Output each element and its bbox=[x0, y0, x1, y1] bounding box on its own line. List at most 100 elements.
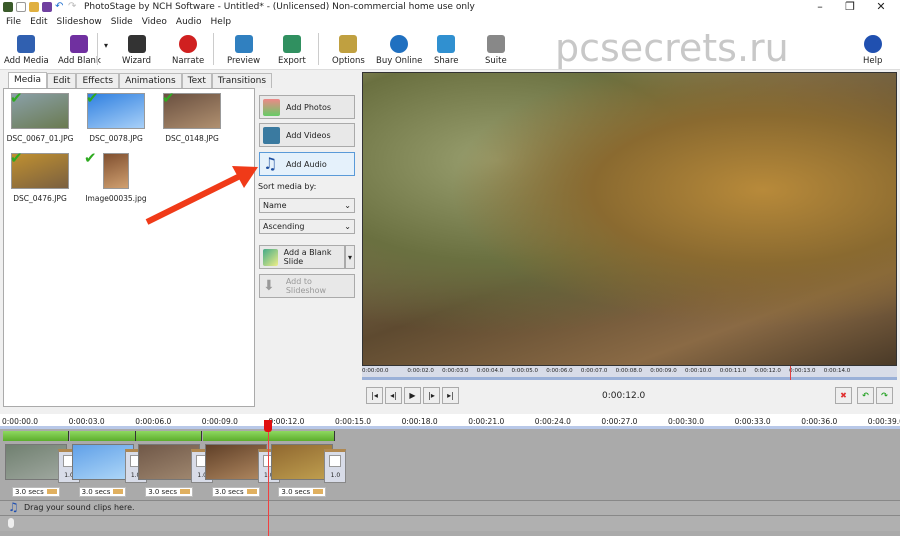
add-videos-button[interactable]: Add Videos bbox=[259, 123, 355, 147]
media-item[interactable]: ✔ DSC_0148.JPG bbox=[154, 89, 230, 143]
suite-button[interactable]: Suite bbox=[485, 35, 507, 66]
step-back-button[interactable]: ◂| bbox=[385, 387, 402, 404]
film-icon bbox=[263, 126, 280, 144]
options-button[interactable]: Options bbox=[332, 35, 365, 66]
slide-duration[interactable]: 3.0 secs bbox=[145, 487, 193, 497]
slide-duration-bar[interactable] bbox=[69, 431, 136, 441]
ruler-tick: 0:00:36.0 bbox=[801, 417, 838, 426]
sound-track[interactable]: ♫ Drag your sound clips here. bbox=[0, 500, 900, 515]
add-photos-button[interactable]: Add Photos bbox=[259, 95, 355, 119]
preview-button[interactable]: Preview bbox=[227, 35, 260, 66]
playhead-handle[interactable] bbox=[264, 420, 272, 432]
preview-ruler[interactable]: 0:00:00.0 0:00:02.0 0:00:03.0 0:00:04.0 0:00… bbox=[362, 366, 897, 380]
add-blank-slide-button[interactable]: Add a Blank Slide bbox=[259, 245, 345, 269]
rotate-left-button[interactable]: ↶ bbox=[857, 387, 874, 404]
help-button[interactable]: Help bbox=[863, 35, 882, 66]
slide-duration-bar[interactable] bbox=[202, 431, 269, 441]
media-item[interactable]: ✔ DSC_0078.JPG bbox=[78, 89, 154, 143]
tab-animations[interactable]: Animations bbox=[119, 73, 182, 88]
title-bar: ↶ ↷ PhotoStage by NCH Software - Untitle… bbox=[0, 0, 900, 14]
slide-duration[interactable]: 3.0 secs bbox=[78, 487, 127, 497]
tab-transitions[interactable]: Transitions bbox=[211, 73, 273, 88]
menu-video[interactable]: Video bbox=[142, 17, 167, 27]
media-item[interactable]: ✔ DSC_0476.JPG bbox=[2, 149, 78, 203]
transition-block[interactable]: 1.0 bbox=[324, 449, 347, 483]
buy-online-button[interactable]: Buy Online bbox=[376, 35, 422, 66]
tab-media[interactable]: Media bbox=[8, 72, 48, 88]
slide-duration-bar[interactable] bbox=[269, 431, 336, 441]
add-media-button[interactable]: Add Media bbox=[4, 35, 49, 66]
slide-duration-bar[interactable] bbox=[3, 431, 69, 441]
ruler-tick: 0:00:03.0 bbox=[68, 417, 105, 426]
add-audio-button[interactable]: ♫ Add Audio bbox=[259, 152, 355, 176]
label: Buy Online bbox=[376, 56, 423, 66]
tab-effects[interactable]: Effects bbox=[76, 73, 120, 88]
duration-label: 3.0 secs bbox=[214, 488, 244, 496]
label: Options bbox=[332, 56, 365, 66]
label: Add Audio bbox=[286, 159, 327, 169]
add-to-slideshow-button[interactable]: ⬇ Add to Slideshow bbox=[259, 274, 355, 298]
narrate-button[interactable]: Narrate bbox=[172, 35, 204, 66]
divider bbox=[213, 33, 214, 65]
label: Add Media bbox=[4, 56, 49, 66]
tab-edit[interactable]: Edit bbox=[47, 73, 77, 88]
export-button[interactable]: Export bbox=[278, 35, 306, 66]
add-blank-dropdown-icon[interactable]: ▾ bbox=[104, 41, 108, 50]
menu-slideshow[interactable]: Slideshow bbox=[57, 17, 102, 27]
menu-edit[interactable]: Edit bbox=[30, 17, 47, 27]
media-thumbnail bbox=[103, 153, 129, 189]
minimize-button[interactable]: – bbox=[805, 0, 835, 13]
options-icon bbox=[339, 35, 358, 53]
delete-button[interactable]: ✖ bbox=[835, 387, 852, 404]
undo-icon[interactable]: ↶ bbox=[55, 2, 65, 12]
redo-icon[interactable]: ↷ bbox=[68, 2, 78, 12]
timeline-ruler[interactable]: 0:00:00.0 0:00:03.0 0:00:06.0 0:00:09.0 0:00… bbox=[0, 414, 900, 429]
menu-file[interactable]: File bbox=[6, 17, 21, 27]
ruler-tick: 0:00:33.0 bbox=[734, 417, 771, 426]
slide-duration[interactable]: 3.0 secs bbox=[211, 487, 260, 497]
preview-playhead[interactable] bbox=[790, 366, 791, 380]
play-button[interactable]: ▶ bbox=[404, 387, 421, 404]
checkmark-icon: ✔ bbox=[10, 89, 23, 107]
rotate-right-button[interactable]: ↷ bbox=[876, 387, 893, 404]
sort-by-select[interactable]: Name ⌄ bbox=[259, 198, 355, 213]
media-item[interactable]: ✔ DSC_0067_01.JPG bbox=[2, 89, 78, 143]
add-blank-dropdown[interactable]: ▾ bbox=[345, 245, 355, 269]
wizard-icon bbox=[127, 35, 146, 53]
add-blank-button[interactable]: Add Blank bbox=[58, 35, 101, 66]
menu-help[interactable]: Help bbox=[211, 17, 232, 27]
skip-start-button[interactable]: |◂ bbox=[366, 387, 383, 404]
maximize-button[interactable]: ❐ bbox=[835, 0, 865, 13]
share-icon bbox=[437, 35, 456, 53]
checkmark-icon: ✔ bbox=[162, 89, 175, 107]
step-forward-button[interactable]: |▸ bbox=[423, 387, 440, 404]
menu-audio[interactable]: Audio bbox=[176, 17, 202, 27]
tab-text[interactable]: Text bbox=[181, 73, 212, 88]
playhead-line[interactable] bbox=[268, 420, 269, 536]
ruler-tick: 0:00:39.0 bbox=[867, 417, 900, 426]
ruler-tick: 0:00:24.0 bbox=[534, 417, 571, 426]
media-item[interactable]: ✔ Image00035.jpg bbox=[78, 149, 154, 203]
ruler-tick: 0:00:05.0 bbox=[511, 368, 538, 374]
duration-handle-icon bbox=[46, 489, 57, 494]
save-icon[interactable] bbox=[42, 2, 52, 12]
share-button[interactable]: Share bbox=[434, 35, 459, 66]
duration-label: 3.0 secs bbox=[148, 488, 177, 496]
slide-duration[interactable]: 3.0 secs bbox=[12, 487, 60, 497]
skip-end-button[interactable]: ▸| bbox=[442, 387, 459, 404]
narration-track[interactable] bbox=[0, 515, 900, 531]
wizard-button[interactable]: Wizard bbox=[122, 35, 151, 66]
duration-label: 3.0 secs bbox=[81, 488, 111, 496]
ruler-tick: 0:00:10.0 bbox=[685, 368, 712, 374]
label: Add Photos bbox=[286, 102, 332, 112]
ruler-tick: 0:00:13.0 bbox=[789, 368, 816, 374]
slide-duration-bar[interactable] bbox=[136, 431, 203, 441]
open-icon[interactable] bbox=[29, 2, 39, 12]
new-icon[interactable] bbox=[16, 2, 26, 12]
sort-order-select[interactable]: Ascending ⌄ bbox=[259, 219, 355, 234]
close-button[interactable]: ✕ bbox=[866, 0, 896, 13]
ruler-tick: 0:00:08.0 bbox=[615, 368, 643, 374]
globe-icon bbox=[390, 35, 409, 53]
slide-duration[interactable]: 3.0 secs bbox=[278, 487, 327, 497]
menu-slide[interactable]: Slide bbox=[111, 17, 133, 27]
